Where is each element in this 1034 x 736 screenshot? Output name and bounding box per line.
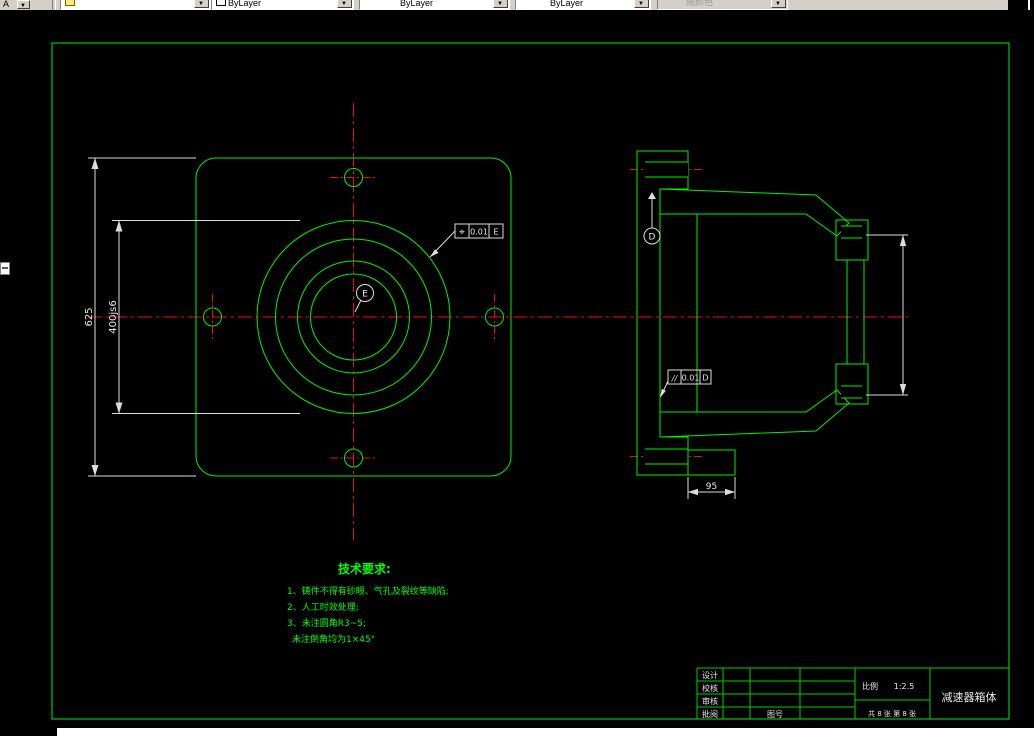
parallelism-tolerance-frame: // 0.01 D [660,369,712,398]
dim-95-text: 95 [706,482,717,492]
color-dropdown-button[interactable]: ▼ [337,0,352,8]
title-block: 设计 校核 审核 批阅 图号 比例 1:2.5 共 8 张 第 8 张 减速器箱… [696,667,1009,719]
datum-e-label: E [354,284,374,313]
title-block-row-check: 校核 [702,683,718,693]
dim-625-text: 625 [84,307,95,326]
chevron-down-icon: ▼ [775,1,781,7]
lineweight-dropdown-button[interactable]: ▼ [634,0,649,8]
tech-requirement-item: 2、人工时效处理; [287,601,359,613]
position-tolerance-frame: ⌖ 0.01 E [429,223,504,258]
layer-status-icon [65,0,75,6]
position-tolerance-value: 0.01 [470,228,488,237]
parallelism-datum-ref: D [702,374,708,383]
linetype-control[interactable]: ByLayer ▼ [359,0,510,10]
parallelism-symbol-icon: // [671,374,679,383]
section-bottom-wall [659,389,850,438]
plotstyle-control: 随颜色 ▼ [657,0,788,10]
section-right-wall [846,259,865,365]
dim-right-cap [866,234,908,396]
chevron-down-icon: ▼ [198,1,204,7]
position-symbol-icon: ⌖ [459,227,465,238]
color-swatch-icon [216,0,226,6]
plotstyle-control-value: 随颜色 [686,0,714,7]
bottombar-corner-block [0,728,57,736]
title-block-drawing-no-label: 图号 [767,710,783,719]
title-block-row-audit: 审核 [702,696,718,706]
flange-bolt-hole-bottom [645,449,688,464]
layer-dropdown-button[interactable]: ▼ [194,0,209,8]
toolbar-corner-divider [1028,0,1030,10]
chevron-down-icon: ▼ [341,1,347,7]
lineweight-control-value: ByLayer [550,0,584,8]
drawing-canvas[interactable]: E ⌖ 0.01 E 625 400js6 D // 0.01 D 95 技术要… [0,10,1034,728]
chevron-down-icon: ▼ [20,3,26,9]
section-left-wall [636,150,689,476]
tech-requirements: 技术要求: 1、铸件不得有砂眼、气孔及裂纹等缺陷; 2、人工时效处理; 3、未注… [287,561,449,645]
datum-d-letter: D [649,233,656,243]
title-block-row-approve: 批阅 [702,709,718,719]
tech-requirements-title: 技术要求: [338,561,391,576]
toolbar-separator [52,0,56,10]
layer-control[interactable]: ▼ [60,0,211,10]
docked-toolbar-fragment[interactable] [0,262,10,275]
leader-arrow [660,388,666,398]
section-view [636,150,869,476]
tech-requirement-item: 1、铸件不得有砂眼、气孔及裂纹等缺陷; [287,585,449,597]
toolbar-fragment-dropdown-button[interactable]: ▼ [17,0,30,9]
object-properties-toolbar: A ▼ ▼ ByLayer ▼ ByLayer ▼ ByLayer ▼ 随颜色 … [0,0,1034,10]
section-bottom-tab [687,449,736,476]
linetype-control-value: ByLayer [400,0,434,8]
parallelism-tolerance-value: 0.01 [682,374,700,383]
tech-requirement-item: 未注倒角均为1×45° [292,633,375,645]
title-block-part-name: 减速器箱体 [942,690,997,704]
chevron-down-icon: ▼ [638,1,644,7]
datum-triangle-icon [648,192,656,199]
plotstyle-dropdown-button: ▼ [771,0,786,8]
linetype-dropdown-button[interactable]: ▼ [493,0,508,8]
minimize-icon [2,267,8,269]
color-control[interactable]: ByLayer ▼ [211,0,354,10]
title-block-scale-value: 1:2.5 [894,682,915,691]
tech-requirement-item: 3、未注圆角R3~5; [287,617,366,629]
section-top-wall [659,188,850,237]
toolbar-fragment-label: A [3,0,10,9]
chevron-down-icon: ▼ [497,1,503,7]
datum-e-letter: E [362,290,368,300]
title-block-row-design: 设计 [702,670,718,680]
title-block-scale-label: 比例 [862,681,878,691]
color-control-value: ByLayer [228,0,262,8]
lineweight-control[interactable]: ByLayer ▼ [515,0,651,10]
leader-arrow [430,249,439,257]
dim-95: 95 [687,477,736,499]
title-block-sheet-info: 共 8 张 第 8 张 [868,709,916,718]
toolbar-corner-fragment [1008,0,1034,10]
command-line-strip[interactable] [0,728,1034,736]
dim-400js6-text: 400js6 [108,300,119,333]
cap-bolt-hole-top [841,226,862,238]
flange-bolt-hole-top [645,162,688,177]
position-datum-ref: E [493,228,498,237]
datum-d-label: D [643,192,661,245]
cap-bolt-hole-bottom [841,386,862,398]
